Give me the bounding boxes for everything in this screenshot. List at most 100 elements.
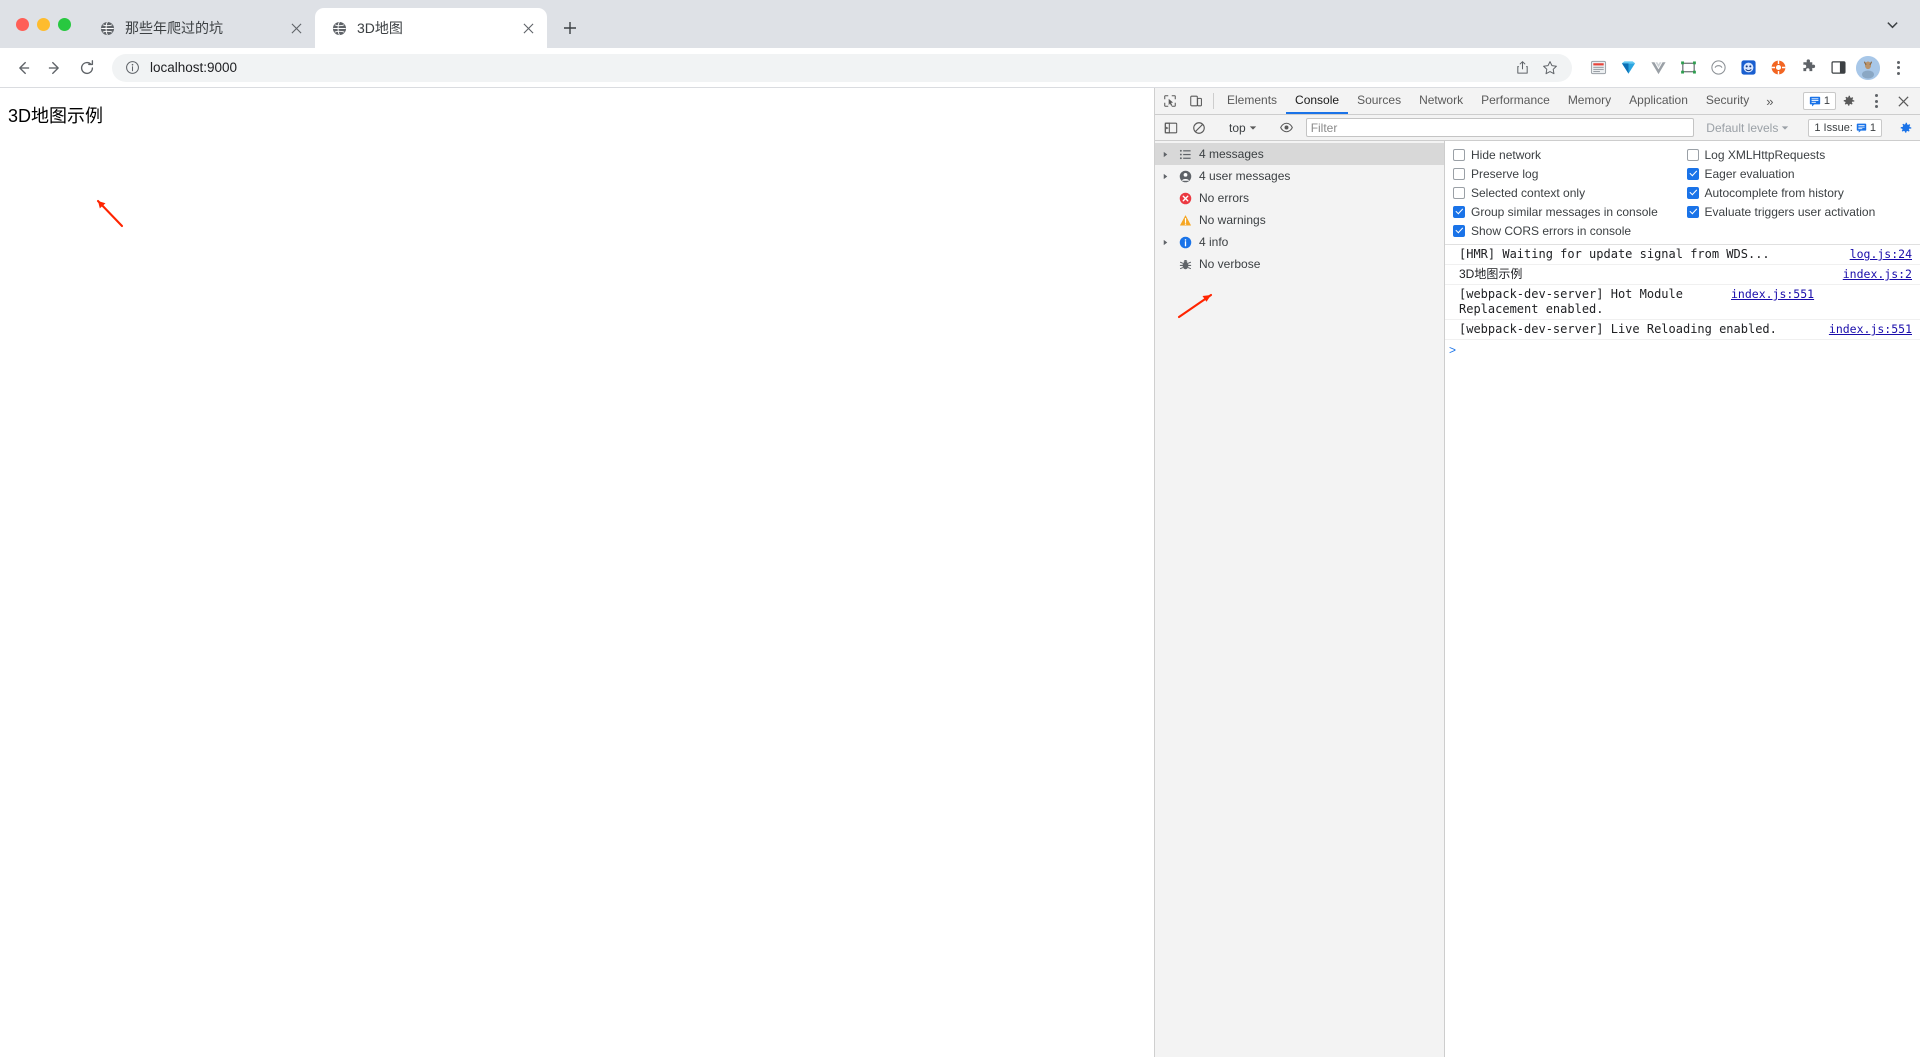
notes-extension-icon[interactable] — [1584, 54, 1612, 82]
console-main: Hide network Preserve log Selected conte… — [1445, 141, 1920, 1057]
console-message[interactable]: [webpack-dev-server] Hot Module Replacem… — [1445, 285, 1920, 320]
chevron-down-icon[interactable] — [1878, 10, 1906, 38]
orange-circle-extension-icon[interactable] — [1764, 54, 1792, 82]
execution-context-select[interactable]: top — [1225, 121, 1261, 135]
live-expression-icon[interactable] — [1274, 120, 1300, 135]
devtools-tab-security[interactable]: Security — [1697, 88, 1758, 114]
vue-devtools-icon[interactable] — [1644, 54, 1672, 82]
sidebar-item-user-messages[interactable]: 4 user messages — [1155, 165, 1444, 187]
tab-close-button[interactable] — [287, 19, 305, 37]
tab-close-button[interactable] — [519, 19, 537, 37]
close-icon[interactable] — [1890, 95, 1916, 108]
expand-triangle-icon[interactable] — [1159, 151, 1171, 158]
message-source-link[interactable]: log.js:24 — [1850, 247, 1916, 262]
devtools-tabbar-actions: 1 — [1802, 87, 1920, 115]
gear-icon[interactable] — [1836, 94, 1862, 108]
setting-group-similar-messages[interactable]: Group similar messages in console — [1453, 204, 1687, 219]
issues-badge[interactable]: 1 — [1802, 92, 1836, 110]
screenshot-extension-icon[interactable] — [1674, 54, 1702, 82]
devtools-tab-performance[interactable]: Performance — [1472, 88, 1559, 114]
console-settings-pane: Hide network Preserve log Selected conte… — [1445, 141, 1920, 245]
devtools-tab-elements[interactable]: Elements — [1218, 88, 1286, 114]
share-icon[interactable] — [1510, 56, 1534, 80]
close-window-button[interactable] — [16, 17, 29, 31]
sidebar-item-errors[interactable]: No errors — [1155, 187, 1444, 209]
checkbox[interactable] — [1686, 167, 1699, 180]
setting-eager-evaluation[interactable]: Eager evaluation — [1686, 166, 1920, 181]
back-button[interactable] — [8, 53, 38, 83]
message-source-link[interactable]: index.js:551 — [1731, 287, 1818, 302]
address-bar[interactable]: localhost:9000 — [112, 53, 1572, 82]
setting-autocomplete-from-history[interactable]: Autocomplete from history — [1686, 185, 1920, 200]
setting-show-cors-errors[interactable]: Show CORS errors in console — [1453, 223, 1687, 238]
devtools-tab-memory[interactable]: Memory — [1559, 88, 1620, 114]
setting-selected-context-only[interactable]: Selected context only — [1453, 185, 1687, 200]
reload-button[interactable] — [72, 53, 102, 83]
setting-log-xmlhttprequests[interactable]: Log XMLHttpRequests — [1686, 147, 1920, 162]
browser-tab-1[interactable]: 那些年爬过的坑 — [83, 8, 315, 48]
devtools-tab-console[interactable]: Console — [1286, 88, 1349, 114]
puzzle-icon[interactable] — [1794, 54, 1822, 82]
avatar[interactable] — [1854, 54, 1882, 82]
forward-button[interactable] — [40, 53, 70, 83]
setting-preserve-log[interactable]: Preserve log — [1453, 166, 1687, 181]
sidepanel-icon[interactable] — [1824, 54, 1852, 82]
setting-label: Eager evaluation — [1704, 166, 1795, 181]
console-sidebar-toggle-icon[interactable] — [1158, 121, 1184, 135]
checkbox[interactable] — [1686, 148, 1699, 161]
more-tabs-icon[interactable]: » — [1758, 88, 1781, 114]
console-message[interactable]: 3D地图示例 index.js:2 — [1445, 265, 1920, 285]
console-settings-left-column: Hide network Preserve log Selected conte… — [1453, 147, 1687, 238]
inspect-element-icon[interactable] — [1157, 88, 1183, 114]
message-source-link[interactable]: index.js:2 — [1843, 267, 1916, 282]
console-message[interactable]: [webpack-dev-server] Live Reloading enab… — [1445, 320, 1920, 340]
checkbox[interactable] — [1453, 224, 1465, 237]
setting-evaluate-triggers-user-activation[interactable]: Evaluate triggers user activation — [1686, 204, 1920, 219]
console-settings-gear-icon[interactable] — [1895, 121, 1917, 135]
new-tab-button[interactable] — [553, 11, 587, 45]
devtools-tab-network[interactable]: Network — [1410, 88, 1472, 114]
tab-strip-right — [1878, 0, 1920, 48]
console-issues-badge[interactable]: 1 Issue: 1 — [1808, 118, 1882, 137]
sidebar-item-warnings[interactable]: No warnings — [1155, 209, 1444, 231]
setting-hide-network[interactable]: Hide network — [1453, 147, 1687, 162]
console-filter-bar: top Default levels 1 Issue: — [1155, 115, 1920, 141]
console-sidebar: 4 messages 4 user messages No errors No … — [1155, 141, 1445, 1057]
console-message[interactable]: [HMR] Waiting for update signal from WDS… — [1445, 245, 1920, 265]
devtools-tab-sources[interactable]: Sources — [1348, 88, 1410, 114]
blue-face-extension-icon[interactable] — [1734, 54, 1762, 82]
devtools-tabbar: Elements Console Sources Network Perform… — [1155, 88, 1920, 115]
clock-extension-icon[interactable] — [1704, 54, 1732, 82]
info-circle-icon[interactable] — [124, 60, 140, 76]
console-filter-input[interactable] — [1305, 118, 1695, 137]
sidebar-item-verbose[interactable]: No verbose — [1155, 253, 1444, 275]
page-title: 3D地图示例 — [8, 106, 104, 126]
device-toolbar-icon[interactable] — [1183, 88, 1209, 114]
kebab-menu-icon[interactable] — [1884, 54, 1912, 82]
expand-triangle-icon[interactable] — [1159, 173, 1171, 180]
message-source-link[interactable]: index.js:551 — [1829, 322, 1916, 337]
devtools-tab-application[interactable]: Application — [1620, 88, 1697, 114]
star-icon[interactable] — [1538, 56, 1562, 80]
maximize-window-button[interactable] — [58, 17, 71, 31]
devtools-kebab-menu-icon[interactable] — [1862, 87, 1890, 115]
checkbox[interactable] — [1686, 186, 1699, 199]
browser-tab-2[interactable]: 3D地图 — [315, 8, 547, 48]
minimize-window-button[interactable] — [37, 17, 50, 31]
execution-context-value: top — [1229, 120, 1246, 135]
checkbox[interactable] — [1453, 167, 1465, 180]
sidebar-item-messages[interactable]: 4 messages — [1155, 143, 1444, 165]
checkbox[interactable] — [1453, 148, 1465, 161]
console-prompt[interactable]: > — [1445, 340, 1920, 360]
expand-triangle-icon[interactable] — [1159, 239, 1171, 246]
log-levels-label: Default levels — [1706, 120, 1779, 135]
checkbox[interactable] — [1453, 205, 1465, 218]
clear-console-icon[interactable] — [1186, 121, 1212, 135]
checkbox[interactable] — [1686, 205, 1699, 218]
sidebar-item-label: 4 messages — [1199, 147, 1264, 161]
diamond-extension-icon[interactable] — [1614, 54, 1642, 82]
console-body: 4 messages 4 user messages No errors No … — [1155, 141, 1920, 1057]
checkbox[interactable] — [1453, 186, 1465, 199]
log-levels-select[interactable]: Default levels — [1700, 121, 1795, 135]
sidebar-item-info[interactable]: 4 info — [1155, 231, 1444, 253]
